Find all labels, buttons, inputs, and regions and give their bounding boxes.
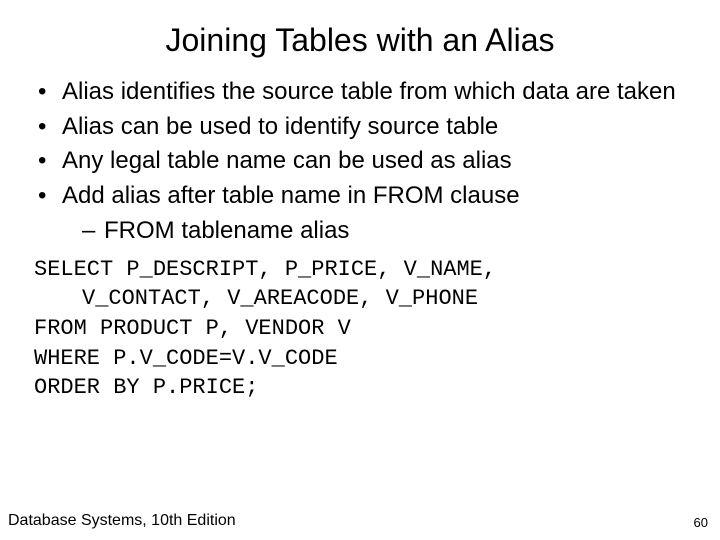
- bullet-text: Add alias after table name in FROM claus…: [62, 181, 692, 212]
- bullet-text: Alias can be used to identify source tab…: [62, 112, 692, 143]
- slide: Joining Tables with an Alias Alias ident…: [0, 0, 720, 540]
- sub-bullet-list: FROM tablename alias: [62, 216, 692, 247]
- sub-bullet-text: FROM tablename alias: [104, 217, 349, 244]
- code-line: FROM PRODUCT P, VENDOR V: [34, 314, 692, 344]
- code-line: SELECT P_DESCRIPT, P_PRICE, V_NAME,: [34, 255, 692, 285]
- slide-title: Joining Tables with an Alias: [28, 22, 692, 59]
- code-line: V_CONTACT, V_AREACODE, V_PHONE: [34, 284, 692, 314]
- bullet-list: Alias identifies the source table from w…: [28, 77, 692, 247]
- code-line: ORDER BY P.PRICE;: [34, 373, 692, 403]
- footer-source: Database Systems, 10th Edition: [8, 512, 236, 530]
- sub-bullet-item: FROM tablename alias: [82, 216, 692, 247]
- bullet-item: Alias identifies the source table from w…: [38, 77, 692, 108]
- bullet-item: Alias can be used to identify source tab…: [38, 112, 692, 143]
- page-number: 60: [694, 515, 708, 530]
- bullet-text: Alias identifies the source table from w…: [62, 77, 692, 108]
- bullet-item: Add alias after table name in FROM claus…: [38, 181, 692, 246]
- bullet-text: Any legal table name can be used as alia…: [62, 146, 692, 177]
- code-line: WHERE P.V_CODE=V.V_CODE: [34, 344, 692, 374]
- bullet-item: Any legal table name can be used as alia…: [38, 146, 692, 177]
- sql-code-block: SELECT P_DESCRIPT, P_PRICE, V_NAME, V_CO…: [28, 255, 692, 403]
